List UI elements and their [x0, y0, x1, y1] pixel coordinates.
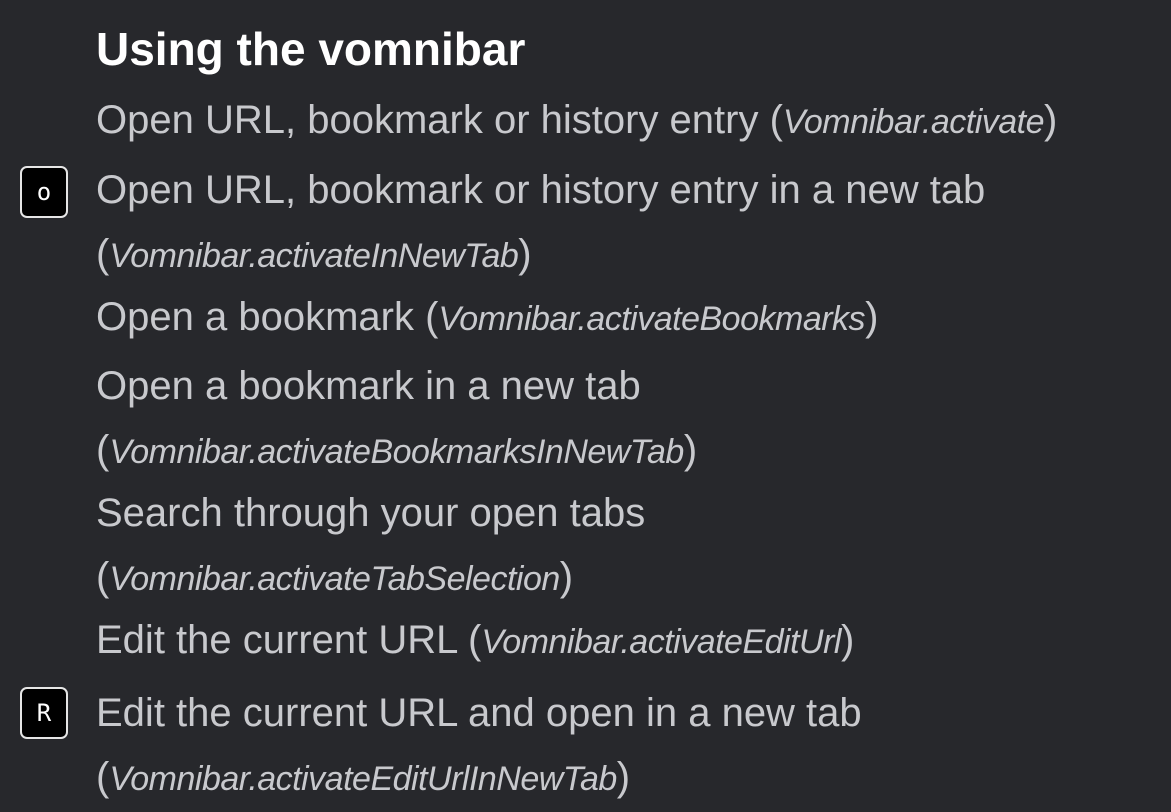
binding-description-text: Open URL, bookmark or history entry in a… — [96, 168, 986, 212]
binding-description: Edit the current URL (Vomnibar.activateE… — [96, 618, 855, 662]
binding-command-name: Vomnibar.activateEditUrlInNewTab — [109, 760, 617, 798]
binding-description-text: Search through your open tabs — [96, 491, 646, 535]
binding-description-text: Open a bookmark in a new tab — [96, 364, 641, 408]
binding-command-name: Vomnibar.activateInNewTab — [109, 237, 519, 275]
section-title: Using the vomnibar — [96, 23, 526, 75]
key-badge: o — [20, 166, 68, 218]
binding-command-name: Vomnibar.activateTabSelection — [109, 560, 560, 598]
binding-description: Open URL, bookmark or history entry in a… — [96, 168, 986, 276]
binding-description-text: Edit the current URL — [96, 618, 457, 662]
binding-description: Open a bookmark in a new tab (Vomnibar.ac… — [96, 364, 698, 472]
binding-description: Edit the current URL and open in a new t… — [96, 691, 862, 799]
binding-command-name: Vomnibar.activateEditUrl — [481, 623, 841, 661]
binding-description-text: Open URL, bookmark or history entry — [96, 98, 759, 142]
binding-description: Search through your open tabs (Vomnibar.a… — [96, 491, 646, 599]
binding-description: Open a bookmark (Vomnibar.activateBookma… — [96, 295, 879, 339]
binding-description: Open URL, bookmark or history entry (Vom… — [96, 98, 1058, 142]
binding-description-text: Open a bookmark — [96, 295, 414, 339]
binding-command-name: Vomnibar.activateBookmarksInNewTab — [109, 433, 684, 471]
binding-command-name: Vomnibar.activate — [782, 103, 1045, 141]
key-badge: R — [20, 687, 68, 739]
binding-command-name: Vomnibar.activateBookmarks — [438, 300, 866, 338]
binding-description-text: Edit the current URL and open in a new t… — [96, 691, 862, 735]
